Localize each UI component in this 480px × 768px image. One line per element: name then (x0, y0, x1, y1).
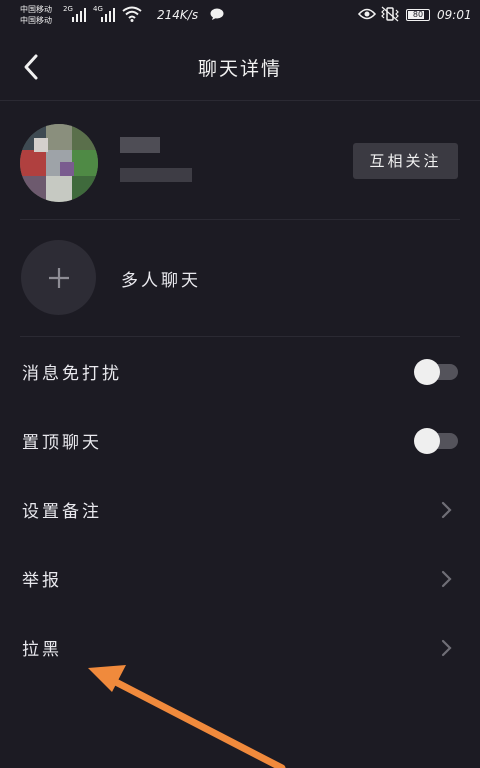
setting-row-mute[interactable]: 消息免打扰 (0, 337, 480, 406)
eye-icon (358, 8, 376, 20)
battery-level: 80 (412, 10, 424, 19)
page-title: 聊天详情 (197, 58, 282, 80)
vibrate-icon (381, 6, 399, 22)
status-bar: 中国移动 中国移动 2G 4G 214K/s 80 09:01 (0, 0, 480, 34)
carrier-1: 中国移动 (20, 5, 52, 14)
message-bubble-icon (210, 8, 224, 20)
setting-label: 设置备注 (22, 502, 102, 522)
chevron-right-icon (441, 501, 452, 519)
add-member-button[interactable] (21, 240, 96, 315)
signal-1-icon (72, 6, 86, 22)
group-chat-label: 多人聊天 (121, 271, 201, 291)
setting-label: 拉黑 (22, 640, 62, 660)
signal-2-icon (101, 6, 115, 22)
wifi-icon (122, 6, 142, 22)
mutual-follow-button[interactable]: 互相关注 (353, 143, 458, 179)
setting-row-pin[interactable]: 置顶聊天 (0, 406, 480, 475)
pin-toggle[interactable] (414, 428, 458, 454)
mute-toggle[interactable] (414, 359, 458, 385)
setting-row-remark[interactable]: 设置备注 (0, 475, 480, 544)
setting-row-report[interactable]: 举报 (0, 544, 480, 613)
network-speed: 214K/s (157, 8, 199, 22)
setting-label: 置顶聊天 (22, 433, 102, 453)
setting-label: 举报 (22, 571, 62, 591)
chevron-right-icon (441, 570, 452, 588)
battery-icon: 80 (406, 9, 430, 21)
profile-name (120, 137, 160, 153)
profile-row[interactable]: 互相关注 (0, 110, 480, 220)
clock: 09:01 (437, 8, 472, 22)
group-chat-row[interactable]: 多人聊天 (0, 222, 480, 336)
avatar[interactable] (20, 124, 98, 202)
setting-row-block[interactable]: 拉黑 (0, 613, 480, 682)
carrier-2: 中国移动 (20, 16, 52, 25)
profile-id (120, 168, 192, 182)
setting-label: 消息免打扰 (22, 364, 122, 384)
header-bar: 聊天详情 (0, 34, 480, 101)
chevron-right-icon (441, 639, 452, 657)
carrier-labels: 中国移动 中国移动 (20, 4, 52, 26)
divider (20, 219, 460, 220)
plus-icon (49, 268, 69, 288)
